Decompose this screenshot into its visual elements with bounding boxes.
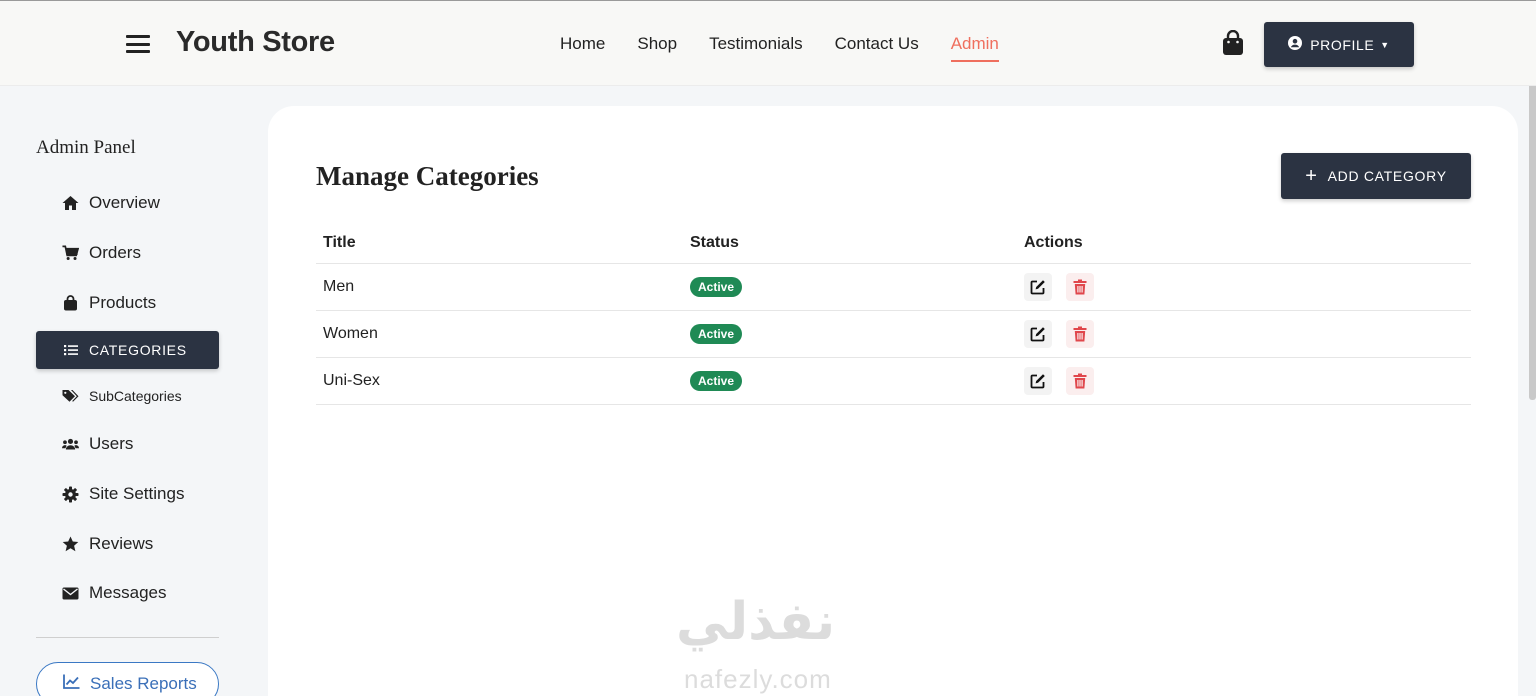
page-title: Manage Categories: [316, 161, 539, 191]
sidebar-item-label: Site Settings: [89, 484, 185, 503]
category-title-cell: Uni-Sex: [323, 372, 380, 389]
column-header-actions: Actions: [1024, 234, 1083, 251]
sidebar-divider: [36, 637, 219, 638]
sidebar-item-label: Users: [89, 434, 134, 453]
sidebar-item-site-settings[interactable]: Site Settings: [36, 475, 219, 513]
sidebar-item-label: Orders: [89, 243, 141, 262]
shopping-bag-icon[interactable]: [1221, 29, 1245, 56]
table-row: Women Active: [316, 311, 1471, 358]
top-navbar: Youth Store Home Shop Testimonials Conta…: [0, 0, 1536, 86]
sidebar-item-label: Overview: [89, 193, 160, 212]
watermark-arabic: نفذلي: [676, 593, 836, 651]
sidebar-item-overview[interactable]: Overview: [36, 184, 219, 222]
nav-link-admin[interactable]: Admin: [950, 34, 999, 62]
edit-icon[interactable]: [1024, 320, 1052, 348]
status-badge: Active: [690, 371, 743, 391]
plus-icon: +: [1305, 165, 1318, 187]
sidebar-item-subcategories[interactable]: SubCategories: [36, 377, 219, 415]
sidebar-item-messages[interactable]: Messages: [36, 574, 219, 612]
nav-link-testimonials[interactable]: Testimonials: [709, 34, 803, 62]
watermark-latin: nafezly.com: [684, 664, 832, 694]
edit-icon[interactable]: [1024, 273, 1052, 301]
admin-sidebar: Admin Panel Overview Orders Products CAT…: [0, 87, 255, 696]
sidebar-item-users[interactable]: Users: [36, 425, 219, 463]
categories-table: Title Status Actions Men Active Women Ac…: [316, 223, 1471, 405]
add-category-label: ADD CATEGORY: [1327, 168, 1447, 184]
edit-icon[interactable]: [1024, 367, 1052, 395]
caret-down-icon: ▼: [1380, 39, 1390, 50]
sidebar-item-label: CATEGORIES: [89, 342, 187, 358]
sidebar-item-label: Reviews: [89, 534, 154, 553]
sales-reports-label: Sales Reports: [90, 674, 197, 693]
add-category-button[interactable]: + ADD CATEGORY: [1281, 153, 1471, 199]
table-row: Uni-Sex Active: [316, 358, 1471, 405]
sidebar-item-label: Messages: [89, 583, 167, 602]
sidebar-item-orders[interactable]: Orders: [36, 234, 219, 272]
envelope-icon: [62, 585, 79, 602]
users-icon: [62, 436, 79, 453]
nav-link-contact[interactable]: Contact Us: [835, 34, 919, 62]
list-icon: [62, 342, 79, 359]
table-header-row: Title Status Actions: [316, 223, 1471, 264]
category-title-cell: Men: [323, 278, 355, 295]
table-row: Men Active: [316, 264, 1471, 311]
sales-reports-button[interactable]: Sales Reports: [36, 662, 219, 696]
star-icon: [62, 536, 79, 553]
nav-link-shop[interactable]: Shop: [637, 34, 677, 62]
sidebar-item-reviews[interactable]: Reviews: [36, 525, 219, 563]
bag-icon: [62, 295, 79, 312]
delete-trash-icon[interactable]: [1066, 367, 1094, 395]
home-icon: [62, 195, 79, 212]
delete-trash-icon[interactable]: [1066, 320, 1094, 348]
sidebar-item-label: Products: [89, 293, 157, 312]
main-nav: Home Shop Testimonials Contact Us Admin: [560, 34, 999, 62]
sidebar-item-categories[interactable]: CATEGORIES: [36, 331, 219, 369]
profile-button[interactable]: PROFILE ▼: [1264, 22, 1414, 67]
nav-link-home[interactable]: Home: [560, 34, 605, 62]
profile-button-label: PROFILE: [1310, 36, 1375, 53]
status-badge: Active: [690, 324, 743, 344]
sidebar-item-label: SubCategories: [89, 388, 182, 404]
gear-icon: [62, 486, 79, 503]
cart-icon: [62, 245, 79, 262]
column-header-status: Status: [690, 234, 739, 251]
delete-trash-icon[interactable]: [1066, 273, 1094, 301]
main-content-card: Manage Categories + ADD CATEGORY Title S…: [268, 106, 1518, 696]
menu-toggle-icon[interactable]: [126, 35, 150, 53]
brand-logo[interactable]: Youth Store: [176, 26, 335, 59]
user-circle-icon: [1288, 36, 1303, 53]
sidebar-title: Admin Panel: [36, 137, 136, 158]
status-badge: Active: [690, 277, 743, 297]
category-title-cell: Women: [323, 325, 378, 342]
line-chart-icon: [63, 674, 80, 694]
column-header-title: Title: [323, 234, 356, 251]
sidebar-item-products[interactable]: Products: [36, 284, 219, 322]
tags-icon: [62, 388, 79, 405]
